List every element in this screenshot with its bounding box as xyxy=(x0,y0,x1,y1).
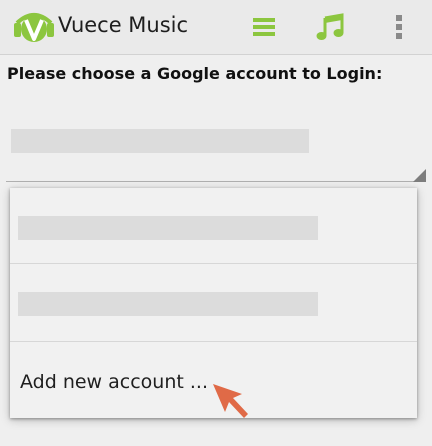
menu-icon xyxy=(253,18,275,36)
menu-button[interactable] xyxy=(243,7,285,47)
account-option[interactable] xyxy=(10,264,417,342)
spinner-arrow-icon xyxy=(413,169,426,182)
selected-account-redacted xyxy=(11,129,309,153)
account-option-redacted xyxy=(18,216,318,240)
vuece-logo-icon xyxy=(12,9,56,45)
action-bar: Vuece Music xyxy=(0,0,432,55)
account-option[interactable] xyxy=(10,188,417,264)
cursor-arrow-icon xyxy=(211,382,253,424)
app-screen: Vuece Music Please choose a Google accou… xyxy=(0,0,432,446)
spinner-underline xyxy=(6,181,426,182)
overflow-menu-button[interactable] xyxy=(386,7,412,47)
add-new-account-label: Add new account ... xyxy=(20,371,208,393)
music-note-icon xyxy=(316,13,344,40)
account-spinner[interactable] xyxy=(6,112,426,182)
app-title: Vuece Music xyxy=(58,13,189,37)
login-prompt: Please choose a Google account to Login: xyxy=(7,64,383,83)
account-option-redacted xyxy=(18,292,318,316)
overflow-icon xyxy=(396,15,402,39)
music-button[interactable] xyxy=(308,7,352,47)
